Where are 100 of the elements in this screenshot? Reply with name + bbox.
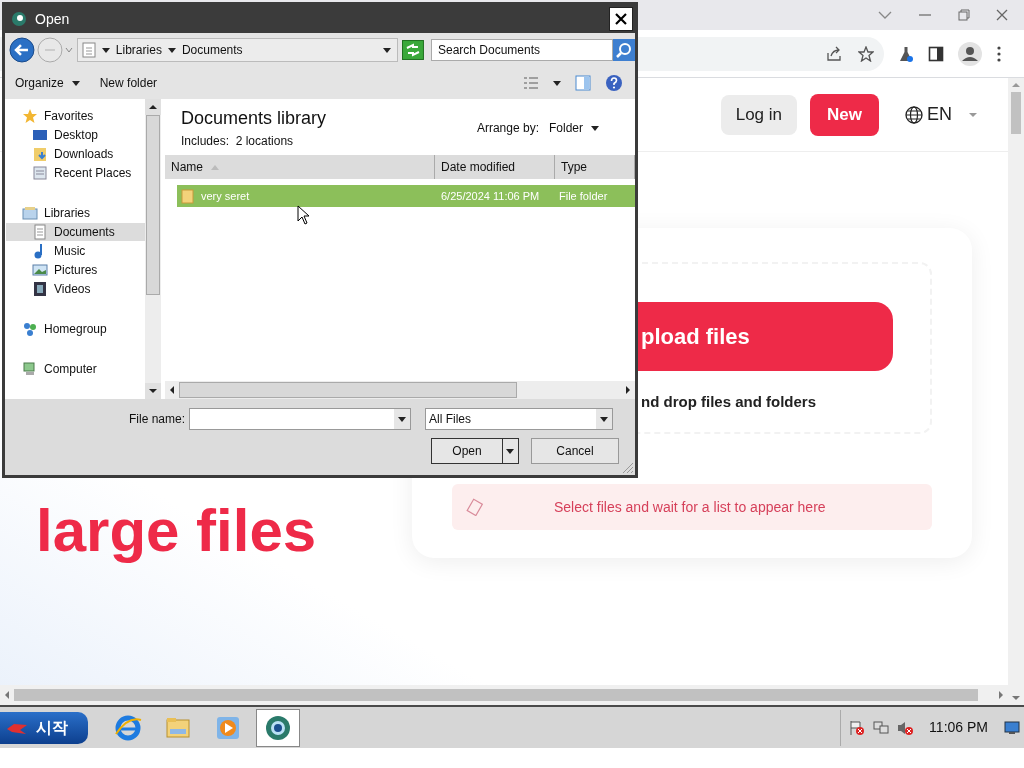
sort-icon [211,164,219,170]
arrange-dropdown[interactable]: Folder [549,119,599,137]
file-type-dropdown[interactable]: All Files [425,408,613,430]
globe-app-icon [264,713,292,742]
muted-speaker-icon [897,719,914,736]
language-selector[interactable]: EN [905,101,978,128]
scrollbar-thumb[interactable] [179,382,517,398]
folder-icon [181,188,195,204]
caret-icon [968,111,978,118]
scrollbar-thumb[interactable] [1011,92,1021,134]
app-icon [11,11,27,27]
nav-item[interactable]: Downloads [6,144,145,164]
document-icon [81,42,96,58]
nav-item[interactable]: Music [6,241,145,261]
back-icon[interactable] [9,37,35,63]
scrollbar-thumb[interactable] [146,115,160,295]
flask-icon[interactable] [898,45,914,62]
scroll-left-icon [4,691,10,699]
caret-icon[interactable] [553,80,561,86]
preview-pane-icon[interactable] [575,75,591,91]
scroll-up-icon [1012,82,1020,88]
nav-item[interactable]: Videos [6,279,145,299]
scroll-up-icon [145,99,161,115]
caret-icon [167,47,176,53]
column-header[interactable]: Name [165,155,435,179]
nav-item[interactable]: Recent Places [6,163,145,183]
dropdown-icon [394,409,410,429]
document-icon [32,224,48,240]
command-button[interactable]: Organize [15,74,80,92]
browser-icon [114,713,142,742]
restore-icon[interactable] [958,9,970,21]
nav-item[interactable]: Desktop [6,125,145,145]
dropdown-icon [596,409,612,429]
clock: 11:06 PM [929,718,988,737]
breadcrumb-item[interactable]: Libraries [115,41,162,59]
column-header[interactable]: Type [555,155,635,179]
nav-item[interactable]: Computer [6,359,145,378]
file-icon [466,498,484,516]
dropdown-icon[interactable] [383,47,392,53]
history-caret-icon[interactable] [64,47,73,53]
login-button[interactable]: Log in [720,94,797,135]
pictures-icon [32,261,48,278]
videos-icon [32,280,48,297]
close-icon[interactable] [996,9,1008,21]
vertical-scrollbar[interactable] [1008,78,1024,705]
start-button[interactable]: 시작 [0,711,88,744]
recent-icon [32,165,48,182]
address-bar[interactable]: Libraries Documents [76,38,399,62]
chevron-down-icon[interactable] [878,10,892,20]
nav-item[interactable]: Libraries [6,203,145,223]
scrollbar-thumb[interactable] [14,689,978,701]
new-button[interactable]: New [810,93,879,136]
arrange-label: Arrange by: [476,120,539,137]
flag-error-icon [849,719,866,736]
refresh-icon[interactable] [402,40,424,60]
hero-heading-line: large files [36,499,318,563]
share-icon[interactable] [826,45,842,62]
star-icon[interactable] [858,45,874,62]
homegroup-icon [22,320,38,337]
search-icon [613,39,635,61]
scroll-right-icon [998,691,1004,699]
computer-icon [22,360,38,377]
open-label: Open [451,443,483,460]
library-subtitle: Includes: 2 locations [181,133,295,150]
cancel-button[interactable]: Cancel [531,438,619,464]
drop-hint: nd drop files and folders [640,392,817,412]
dialog-title: Open [35,9,70,29]
caret-icon [591,125,599,131]
file-name-field[interactable] [189,408,411,430]
breadcrumb-item[interactable]: Documents [181,41,243,59]
notice-text: Select files and wait for a list to appear here [554,497,826,517]
network-icon [873,719,890,736]
library-title: Documents library [181,107,327,130]
close-button[interactable] [609,7,633,31]
star-icon [22,108,38,125]
menu-icon[interactable] [996,45,1002,62]
nav-item[interactable]: Pictures [6,260,145,280]
side-panel-icon[interactable] [928,45,944,62]
profile-icon[interactable] [958,41,982,66]
resize-grip-icon[interactable] [622,462,634,474]
caret-icon [71,80,80,86]
horizontal-scrollbar[interactable] [0,685,1008,705]
show-desktop-icon[interactable] [1004,720,1020,735]
folder-icon [32,146,48,163]
file-date: 6/25/2024 11:06 PM [440,188,541,204]
view-list-icon[interactable] [523,76,539,90]
help-icon[interactable] [605,74,623,92]
nav-item[interactable]: Favorites [6,107,145,126]
column-header[interactable]: Date modified [435,155,555,179]
globe-icon [905,105,923,124]
taskbar-app[interactable] [256,708,300,747]
close-icon [614,12,628,26]
nav-item[interactable]: Documents [6,222,145,242]
vertical-scrollbar[interactable] [145,99,161,399]
command-button[interactable]: New folder [99,74,158,92]
file-type: File folder [558,188,608,204]
file-name: very seret [201,188,250,204]
nav-item[interactable]: Homegroup [6,319,145,339]
open-button[interactable]: Open [431,438,519,464]
horizontal-scrollbar[interactable] [165,381,635,399]
